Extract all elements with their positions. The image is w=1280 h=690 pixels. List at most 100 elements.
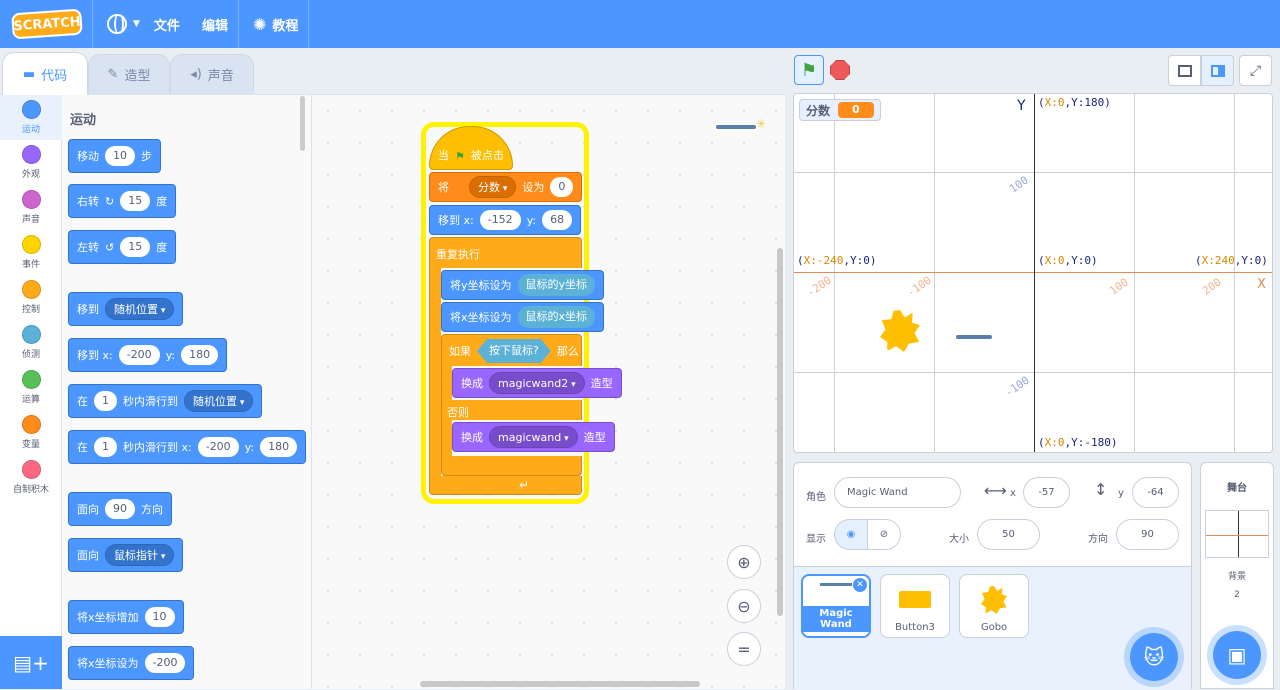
set-x-block[interactable]: 将x坐标设为 鼠标的x坐标	[441, 302, 605, 332]
language-menu[interactable]: ▼	[107, 14, 140, 34]
green-flag-button[interactable]: ⚑	[794, 55, 824, 85]
zoom-reset-button[interactable]: =	[727, 632, 761, 666]
scratch-logo[interactable]: SCRATCH	[11, 8, 83, 40]
sprite-thumbnail-button3[interactable]: Button3	[880, 574, 950, 638]
sprite-pane: 角色 Magic Wand ⟷ x -57 ↕ y -64 显示 ◉ ⊘ 大小 …	[793, 462, 1192, 690]
towards-dropdown[interactable]: 鼠标指针	[105, 544, 175, 566]
y-input[interactable]: 180	[181, 345, 219, 365]
category-6[interactable]: 运算	[0, 365, 62, 410]
turn-left-block[interactable]: 左转 ↺ 15 度	[68, 230, 177, 264]
goto-block[interactable]: 移到 随机位置	[68, 292, 184, 326]
tutorials-menu[interactable]: ✺ 教程	[253, 15, 298, 34]
y-field[interactable]: -64	[1132, 477, 1179, 508]
add-backdrop-button[interactable]: ▣	[1213, 631, 1261, 679]
steps-input[interactable]: 10	[105, 146, 135, 166]
switch-costume-block[interactable]: 换成 magicwand 造型	[452, 422, 615, 452]
category-0[interactable]: 运动	[0, 95, 62, 140]
menu-divider	[92, 0, 93, 48]
y-input[interactable]: 180	[260, 437, 298, 457]
category-3[interactable]: 事件	[0, 230, 62, 275]
degrees-input[interactable]: 15	[120, 191, 151, 211]
block-label: 移到	[77, 303, 99, 316]
tab-code[interactable]: ▬ 代码	[2, 52, 88, 95]
change-x-block[interactable]: 将x坐标增加 10	[68, 600, 184, 634]
stage-selector[interactable]: 舞台 背景 2 ▣	[1200, 462, 1274, 689]
change-x-input[interactable]: 10	[144, 607, 175, 627]
stop-button[interactable]	[830, 60, 850, 80]
switch-costume-block[interactable]: 换成 magicwand2 造型	[452, 368, 622, 398]
costume-dropdown[interactable]: magicwand2	[489, 372, 585, 394]
script-vscrollbar[interactable]	[777, 248, 783, 616]
point-direction-block[interactable]: 面向 90 方向	[68, 492, 172, 526]
sprite-thumbnail-magic-wand[interactable]: Magic Wand ✕	[801, 574, 871, 638]
x-input[interactable]: -200	[197, 437, 239, 457]
magic-wand-sprite[interactable]	[956, 335, 992, 339]
fullscreen-icon: ⤢	[1249, 62, 1262, 79]
stage-canvas[interactable]: 分数 0 Y X (X:0,Y:180) (X:-240,Y:0) (X:0,Y…	[793, 93, 1273, 453]
script-hscrollbar[interactable]	[420, 681, 700, 687]
set-x-input[interactable]: -200	[144, 653, 186, 673]
goto-xy-block[interactable]: 移到 x: -152 y: 68	[429, 205, 582, 235]
direction-input[interactable]: 90	[105, 499, 135, 519]
category-2[interactable]: 声音	[0, 185, 62, 230]
gobo-sprite[interactable]	[880, 310, 920, 352]
delete-sprite-icon[interactable]: ✕	[853, 578, 867, 592]
category-1[interactable]: 外观	[0, 140, 62, 185]
tab-costumes[interactable]: ✎ 造型	[88, 54, 170, 94]
zoom-in-button[interactable]: ⊕	[727, 545, 761, 579]
x-input[interactable]: -152	[479, 210, 521, 230]
move-steps-block[interactable]: 移动 10 步	[68, 139, 161, 173]
grid-line	[934, 94, 935, 452]
mouse-y-reporter[interactable]: 鼠标的y坐标	[517, 274, 596, 296]
palette-scrollbar[interactable]	[300, 96, 305, 151]
normal-stage-button[interactable]	[1201, 55, 1234, 86]
hide-button[interactable]: ⊘	[867, 519, 901, 550]
costume-dropdown[interactable]: magicwand	[489, 426, 578, 448]
goto-xy-block[interactable]: 移到 x: -200 y: 180	[68, 338, 228, 372]
block-label: 将x坐标设为	[77, 657, 139, 670]
variable-value-input[interactable]: 0	[550, 177, 574, 197]
x-field[interactable]: -57	[1023, 477, 1070, 508]
direction-field[interactable]: 90	[1116, 519, 1179, 550]
point-towards-block[interactable]: 面向 鼠标指针	[68, 538, 184, 572]
variable-dropdown[interactable]: 分数	[469, 176, 517, 198]
button3-thumb-icon	[899, 591, 931, 608]
category-7[interactable]: 变量	[0, 410, 62, 455]
secs-input[interactable]: 1	[94, 391, 117, 411]
mouse-down-condition[interactable]: 按下鼠标?	[477, 339, 551, 363]
gobo-thumb-icon	[981, 586, 1007, 614]
category-5[interactable]: 侦测	[0, 320, 62, 365]
category-label: 事件	[21, 260, 40, 270]
add-extension-button[interactable]: ▤+	[0, 636, 62, 689]
tab-sounds[interactable]: ◂) 声音	[170, 54, 254, 94]
glide-target-dropdown[interactable]: 随机位置	[184, 390, 254, 412]
secs-input[interactable]: 1	[94, 437, 117, 457]
coord-left: (X:-240,Y:0)	[797, 254, 877, 267]
mouse-x-reporter[interactable]: 鼠标的x坐标	[517, 306, 596, 328]
x-input[interactable]: -200	[118, 345, 160, 365]
score-monitor[interactable]: 分数 0	[799, 99, 881, 121]
goto-target-dropdown[interactable]: 随机位置	[105, 298, 175, 320]
category-4[interactable]: 控制	[0, 275, 62, 320]
set-y-block[interactable]: 将y坐标设为 鼠标的y坐标	[441, 270, 605, 300]
set-x-block[interactable]: 将x坐标设为 -200	[68, 646, 195, 680]
category-label: 侦测	[21, 350, 40, 360]
category-8[interactable]: 自制积木	[0, 455, 62, 500]
edit-menu[interactable]: 编辑	[202, 15, 228, 34]
tick-label: 200	[1200, 275, 1224, 298]
show-visible-button[interactable]: ◉	[834, 519, 868, 550]
set-variable-block[interactable]: 将 分数 设为 0	[429, 172, 583, 202]
size-field[interactable]: 50	[977, 519, 1040, 550]
fullscreen-button[interactable]: ⤢	[1239, 55, 1272, 86]
add-sprite-button[interactable]: 🐱︎	[1130, 633, 1178, 681]
degrees-input[interactable]: 15	[120, 237, 151, 257]
zoom-out-button[interactable]: ⊖	[727, 589, 761, 623]
sprite-name-field[interactable]: Magic Wand	[834, 477, 961, 508]
turn-right-block[interactable]: 右转 ↻ 15 度	[68, 184, 177, 218]
glide-xy-block[interactable]: 在 1 秒内滑行到 x: -200 y: 180	[68, 430, 307, 464]
file-menu[interactable]: 文件	[154, 15, 180, 34]
y-input[interactable]: 68	[542, 210, 573, 230]
glide-block[interactable]: 在 1 秒内滑行到 随机位置	[68, 384, 263, 418]
small-stage-button[interactable]	[1168, 55, 1201, 86]
sprite-thumbnail-gobo[interactable]: Gobo	[959, 574, 1029, 638]
